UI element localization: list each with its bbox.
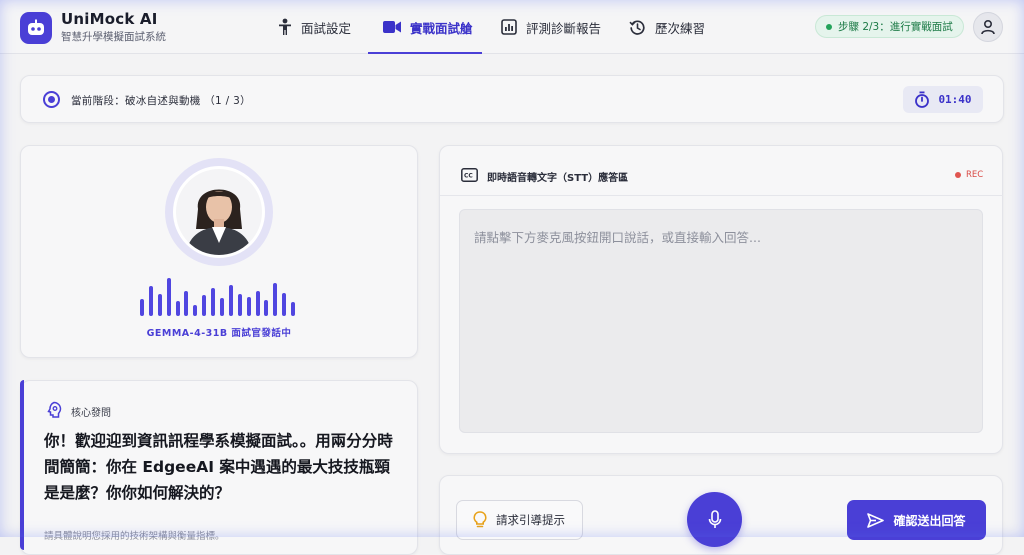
hint-button-label: 請求引導提示 xyxy=(496,513,565,527)
waveform-bar xyxy=(237,294,242,316)
submit-answer-button[interactable]: 確認送出回答 xyxy=(847,500,986,540)
waveform-bar xyxy=(291,302,296,316)
waveform-bar xyxy=(255,291,260,316)
nav-label: 歷次練習 xyxy=(655,20,706,36)
nav-label: 實戰面試艙 xyxy=(410,20,473,36)
interviewer-avatar xyxy=(173,166,265,258)
step-badge: 步驟 2/3：進行實戰面試 xyxy=(815,15,964,38)
user-avatar-button[interactable] xyxy=(973,12,1003,42)
waveform-bar xyxy=(273,283,278,316)
recording-indicator: REC xyxy=(955,170,983,180)
stt-divider xyxy=(440,195,1003,196)
waveform-bar xyxy=(193,305,198,316)
waveform-bar xyxy=(184,291,189,316)
waveform-bar xyxy=(282,293,287,316)
nav-item-history[interactable]: 歷次練習 xyxy=(629,0,705,54)
rec-label: REC xyxy=(966,170,984,180)
nav-label: 評測診斷報告 xyxy=(526,20,602,36)
stopwatch-icon xyxy=(915,91,930,108)
speaker-status: GEMMA-4-31B 面試官發話中 xyxy=(146,328,292,339)
active-tab-indicator xyxy=(368,52,482,54)
stt-title: 即時語音轉文字（STT）應答區 xyxy=(487,173,629,184)
waveform-bar xyxy=(228,285,233,316)
question-accent-bar xyxy=(20,380,24,550)
lightbulb-icon xyxy=(473,511,487,528)
timer-value: 01:40 xyxy=(938,93,972,106)
voice-waveform xyxy=(139,276,299,316)
waveform-bar xyxy=(202,295,207,316)
closed-caption-icon: CC xyxy=(461,168,478,182)
person-icon xyxy=(279,18,291,35)
nav-item-report[interactable]: 評測診斷報告 xyxy=(501,0,601,54)
phase-indicator-icon xyxy=(43,91,60,108)
video-camera-icon xyxy=(383,21,401,33)
brain-icon xyxy=(47,401,62,418)
waveform-bar xyxy=(166,278,171,316)
waveform-bar xyxy=(175,301,180,316)
history-icon xyxy=(629,19,645,35)
waveform-bar xyxy=(246,297,251,316)
answer-textarea[interactable] xyxy=(459,209,983,433)
current-phase-text: 當前階段：破冰自述與動機 （1 / 3） xyxy=(71,95,251,107)
chart-icon xyxy=(501,19,517,35)
user-icon xyxy=(981,19,995,35)
question-text: 你！歡迎迎到資訊訊程學系模擬面試。。用兩分分時間簡簡：你在 EdgeeAI 案中… xyxy=(44,432,393,502)
countdown-timer: 01:40 xyxy=(903,86,983,113)
microphone-button[interactable] xyxy=(687,492,742,547)
step-text: 步驟 2/3：進行實戰面試 xyxy=(838,21,953,33)
top-header: UniMock AI 智慧升學模擬面試系統 面試設定 實戰面試艙 評測診斷報告 xyxy=(0,0,1024,54)
record-dot-icon xyxy=(955,172,961,178)
waveform-bar xyxy=(148,286,153,316)
question-hint: 請具體說明您採用的技術架構與衡量指標。 xyxy=(44,531,225,542)
question-label: 核心發問 xyxy=(71,408,111,419)
nav-item-interview-settings[interactable]: 面試設定 xyxy=(278,0,351,54)
waveform-bar xyxy=(140,299,144,316)
svg-text:CC: CC xyxy=(464,173,473,180)
send-icon xyxy=(867,512,885,528)
waveform-bar xyxy=(157,294,162,316)
submit-button-label: 確認送出回答 xyxy=(893,513,966,528)
robot-icon[interactable] xyxy=(20,12,52,44)
microphone-icon xyxy=(708,509,721,528)
brand-subtitle: 智慧升學模擬面試系統 xyxy=(61,31,166,43)
brand-title: UniMock AI xyxy=(61,10,158,28)
nav-label: 面試設定 xyxy=(301,20,352,36)
waveform-bar xyxy=(211,288,216,316)
interviewer-portrait xyxy=(165,158,273,266)
request-hint-button[interactable]: 請求引導提示 xyxy=(456,500,583,540)
status-dot xyxy=(826,23,832,30)
waveform-bar xyxy=(264,300,269,316)
nav-item-live-interview[interactable]: 實戰面試艙 xyxy=(383,0,473,54)
waveform-bar xyxy=(220,298,224,316)
